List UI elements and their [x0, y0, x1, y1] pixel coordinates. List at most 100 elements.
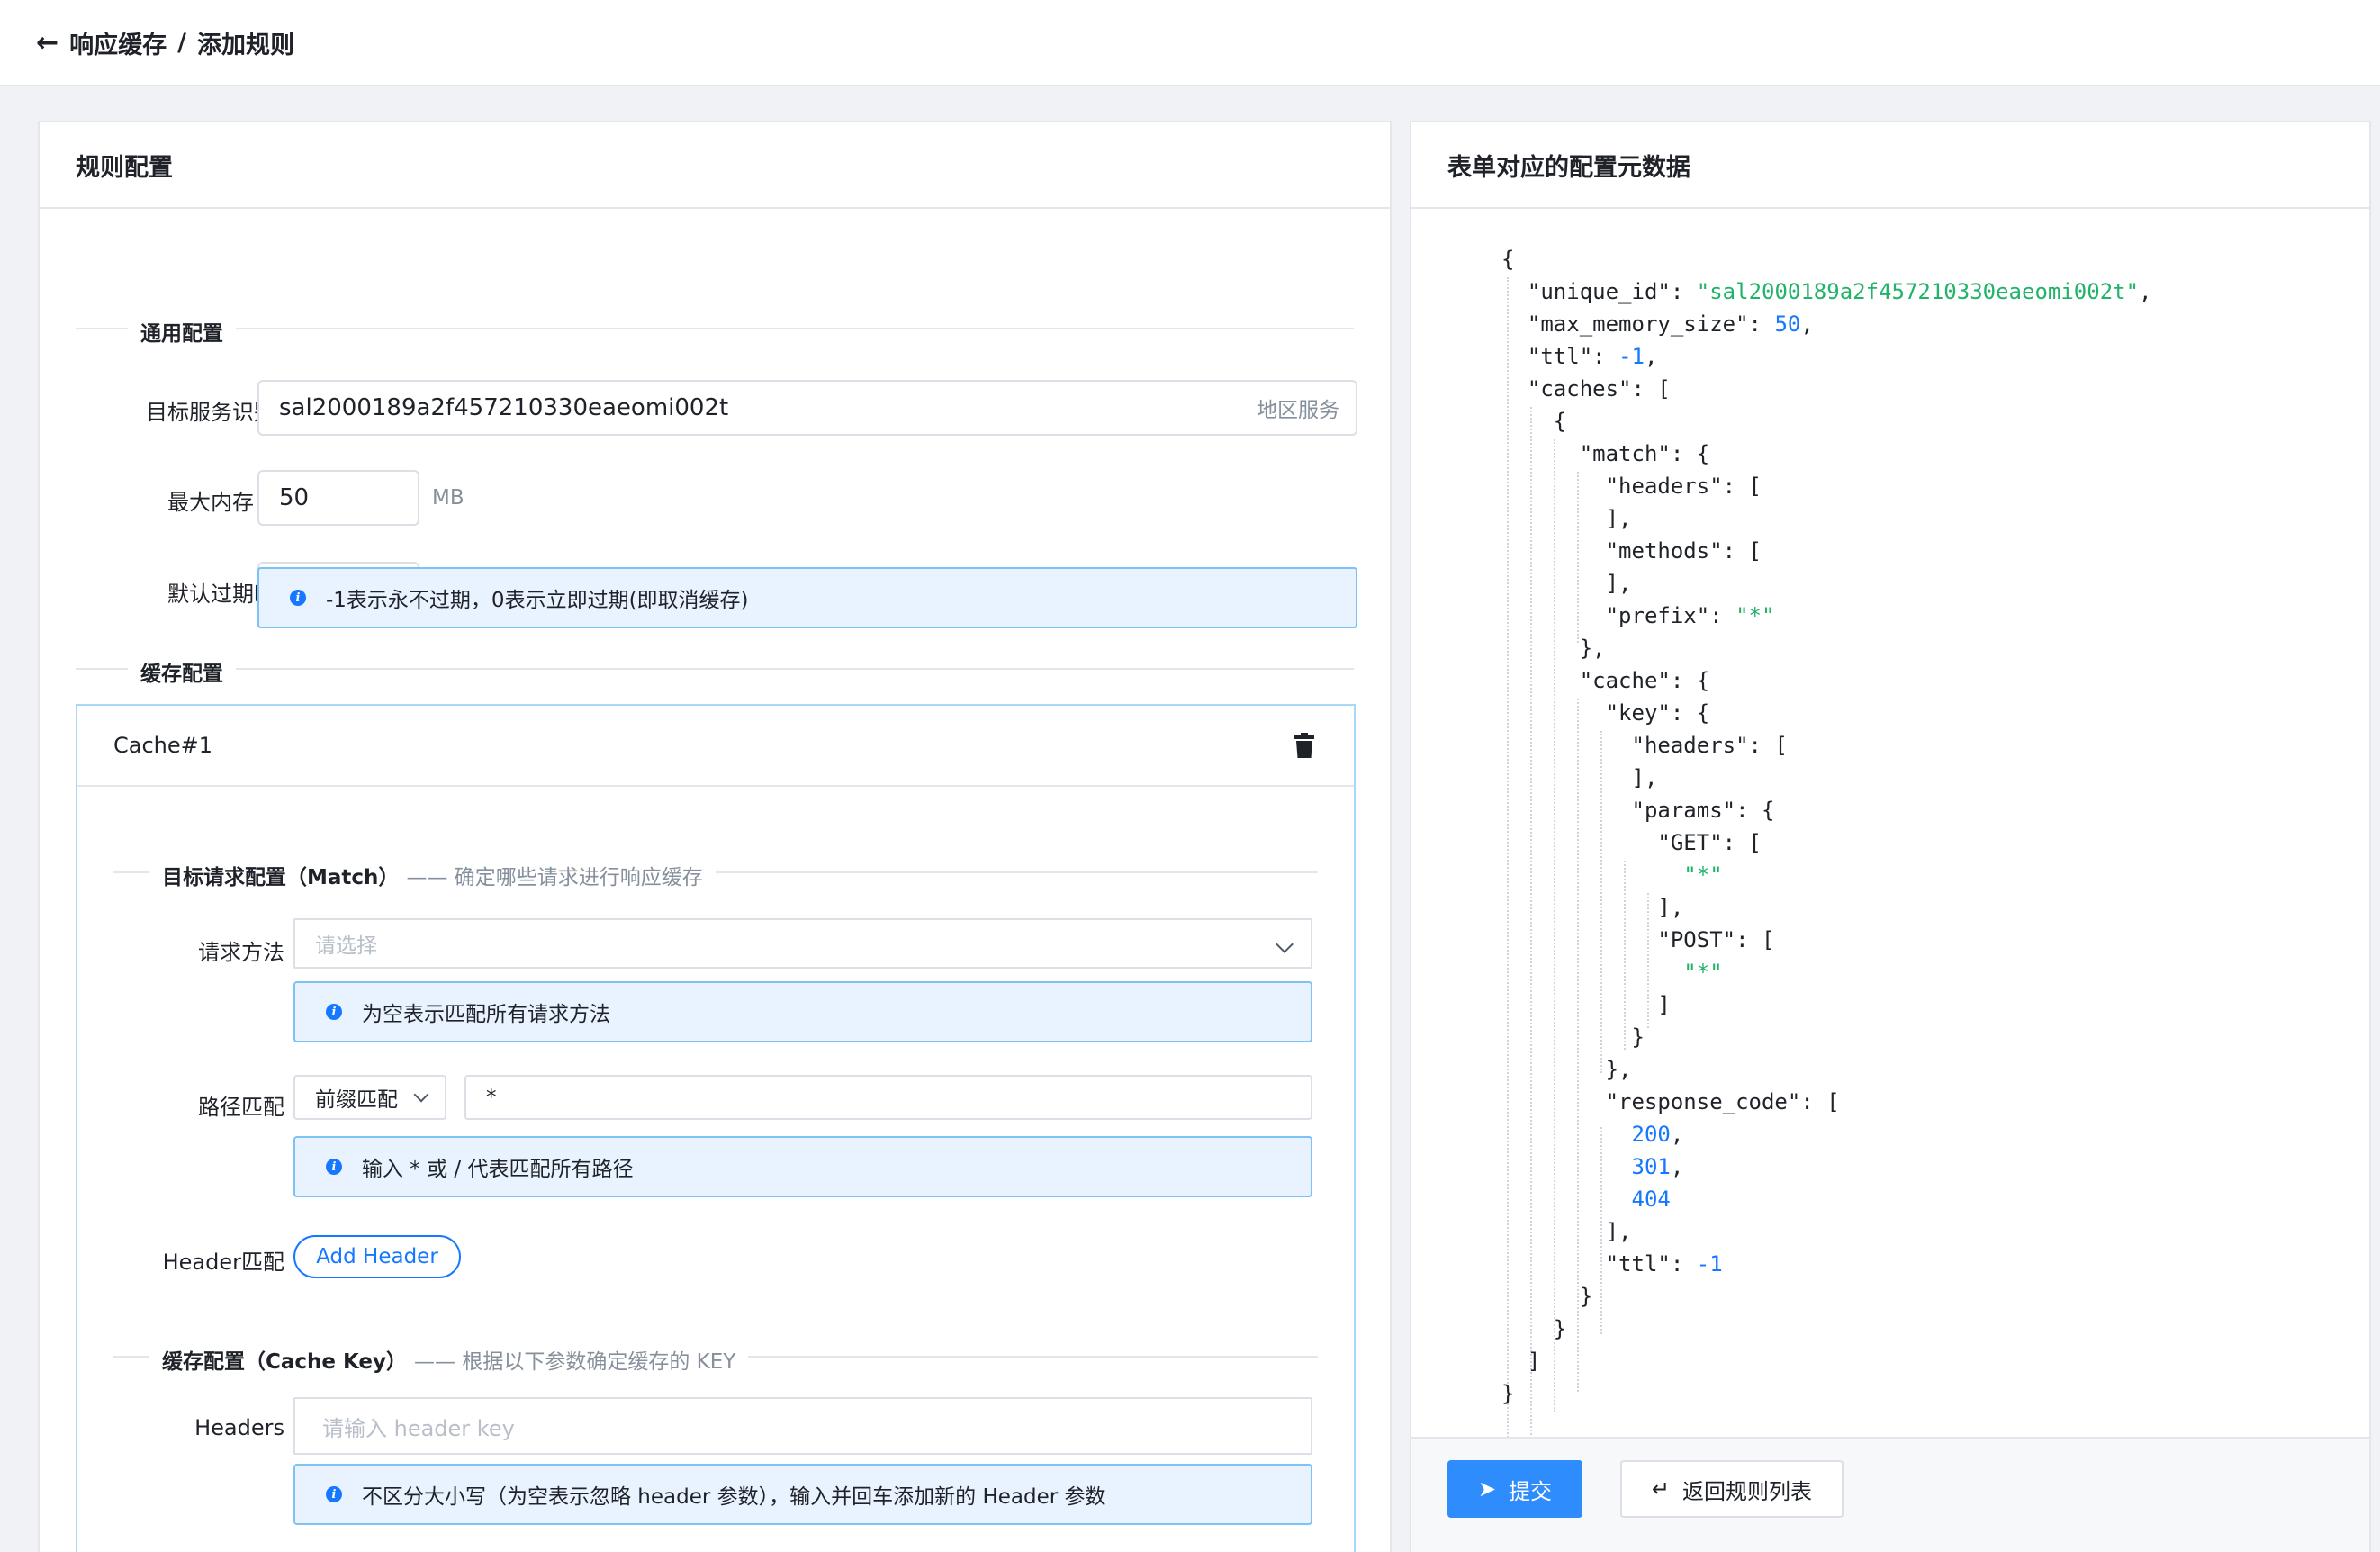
send-icon: ➤ — [1477, 1476, 1497, 1502]
submit-button[interactable]: ➤ 提交 — [1447, 1460, 1582, 1518]
method-select-placeholder: 请选择 — [315, 934, 377, 958]
rule-config-title: 规则配置 — [40, 122, 1390, 209]
match-section-divider: 目标请求配置（Match） —— 确定哪些请求进行响应缓存 — [113, 860, 1318, 890]
json-line: }, — [1501, 636, 1606, 661]
json-line: ], — [1501, 571, 1632, 596]
general-section-divider: 通用配置 — [76, 316, 1354, 347]
cache-key-section-subtitle: —— 根据以下参数确定缓存的 KEY — [414, 1350, 736, 1374]
json-line: "prefix": "*" — [1605, 603, 1775, 628]
cache-card-header: Cache#1 — [77, 706, 1354, 787]
json-viewer: { "unique_id": "sal2000189a2f457210330ea… — [1501, 243, 2348, 1410]
method-label: 请求方法 — [198, 940, 284, 965]
top-bar: ← 响应缓存 / 添加规则 — [0, 0, 2380, 86]
json-line: { — [1501, 247, 1515, 272]
add-header-button[interactable]: Add Header — [293, 1235, 461, 1278]
cache-key-section-divider: 缓存配置（Cache Key） —— 根据以下参数确定缓存的 KEY — [113, 1344, 1318, 1375]
back-to-list-label: 返回规则列表 — [1682, 1478, 1813, 1504]
json-line: ], — [1501, 1219, 1632, 1244]
headers-hint-text: 不区分大小写（为空表示忽略 header 参数），输入并回车添加新的 Heade… — [362, 1485, 1106, 1509]
json-line: 404 — [1631, 1187, 1671, 1212]
json-line: 301, — [1631, 1154, 1684, 1179]
method-hint-text: 为空表示匹配所有请求方法 — [362, 1003, 610, 1026]
match-section-subtitle: —— 确定哪些请求进行响应缓存 — [406, 866, 703, 889]
path-input[interactable]: * — [464, 1075, 1312, 1120]
json-line: ] — [1501, 992, 1671, 1017]
json-line: "response_code": [ — [1605, 1089, 1840, 1114]
cache-card: Cache#1 目标请求配置（Match） —— 确定哪些请求进行响应缓存 请求… — [76, 704, 1356, 1552]
submit-button-label: 提交 — [1509, 1478, 1553, 1504]
headers-hint: i 不区分大小写（为空表示忽略 header 参数），输入并回车添加新的 Hea… — [293, 1464, 1312, 1525]
path-input-value: * — [486, 1086, 497, 1109]
max-memory-value: 50 — [279, 484, 310, 511]
method-select[interactable]: 请选择 — [293, 918, 1312, 969]
path-hint-text: 输入 * 或 / 代表匹配所有路径 — [362, 1158, 634, 1181]
breadcrumb-section[interactable]: 响应缓存 — [69, 25, 167, 60]
json-line: "POST": [ — [1657, 927, 1775, 952]
json-line: } — [1501, 1381, 1515, 1406]
json-line: "unique_id": "sal2000189a2f457210330eaeo… — [1527, 279, 2152, 304]
path-mode-value: 前缀匹配 — [315, 1088, 398, 1112]
json-line: "ttl": -1 — [1605, 1251, 1723, 1277]
config-metadata-panel: 表单对应的配置元数据 { "unique_id": "sal2000189a2f… — [1410, 121, 2371, 1552]
headers-input-placeholder: 请输入 header key — [322, 1415, 515, 1441]
match-section-title: 目标请求配置（Match） — [162, 866, 400, 889]
json-line: "ttl": -1, — [1527, 344, 1658, 369]
match-section-label: 目标请求配置（Match） —— 确定哪些请求进行响应缓存 — [149, 860, 716, 890]
json-line: } — [1501, 1316, 1567, 1341]
json-line: "params": { — [1631, 798, 1775, 823]
back-to-list-button[interactable]: ↵ 返回规则列表 — [1620, 1460, 1844, 1518]
json-line: ] — [1501, 1349, 1541, 1374]
json-line: ], — [1501, 765, 1658, 790]
path-hint: i 输入 * 或 / 代表匹配所有路径 — [293, 1136, 1312, 1197]
json-line: "*" — [1683, 862, 1723, 888]
chevron-down-icon — [413, 1087, 429, 1103]
config-metadata-title: 表单对应的配置元数据 — [1411, 122, 2369, 209]
path-mode-select[interactable]: 前缀匹配 — [293, 1075, 446, 1120]
ttl-hint-text: -1表示永不过期，0表示立即过期(即取消缓存) — [326, 589, 749, 612]
trash-icon[interactable] — [1294, 733, 1314, 758]
info-icon: i — [326, 1004, 342, 1020]
json-line: "max_memory_size": 50, — [1527, 311, 1814, 337]
cache-key-section-label: 缓存配置（Cache Key） —— 根据以下参数确定缓存的 KEY — [149, 1344, 749, 1375]
cache-key-section-title: 缓存配置（Cache Key） — [162, 1350, 408, 1374]
json-line: } — [1501, 1284, 1593, 1309]
form-footer: ➤ 提交 ↵ 返回规则列表 — [1411, 1437, 2369, 1552]
info-icon: i — [326, 1486, 342, 1502]
headers-input[interactable]: 请输入 header key — [293, 1397, 1312, 1455]
return-icon: ↵ — [1651, 1476, 1671, 1502]
breadcrumb-page: 添加规则 — [197, 31, 295, 59]
service-id-input[interactable]: sal2000189a2f457210330eaeomi002t 地区服务 — [257, 380, 1357, 436]
json-line: 200, — [1631, 1122, 1684, 1147]
json-line: "GET": [ — [1657, 830, 1762, 855]
back-arrow-icon[interactable]: ← — [36, 27, 59, 59]
json-line: "caches": [ — [1527, 376, 1671, 402]
json-line: "*" — [1683, 960, 1723, 985]
header-match-label: Header匹配 — [162, 1250, 284, 1275]
json-line: } — [1501, 1024, 1645, 1050]
headers-label: Headers — [194, 1415, 284, 1440]
service-id-suffix: 地区服务 — [1257, 399, 1339, 422]
info-icon: i — [326, 1159, 342, 1175]
json-line: "headers": [ — [1631, 733, 1788, 758]
breadcrumb-separator: / — [177, 28, 187, 57]
max-memory-input[interactable]: 50 — [257, 470, 419, 526]
info-icon: i — [290, 590, 306, 606]
path-label: 路径匹配 — [198, 1095, 284, 1120]
max-memory-unit: MB — [432, 486, 464, 510]
json-line: { — [1501, 409, 1567, 434]
json-line: "cache": { — [1579, 668, 1710, 693]
cache-section-divider: 缓存配置 — [76, 656, 1354, 687]
rule-config-panel: 规则配置 通用配置 目标服务识别号 sal2000189a2f457210330… — [38, 121, 1392, 1552]
cache-card-title: Cache#1 — [113, 733, 213, 758]
json-line: ], — [1501, 506, 1632, 531]
ttl-hint: i -1表示永不过期，0表示立即过期(即取消缓存) — [257, 567, 1357, 628]
json-line: }, — [1501, 1057, 1632, 1082]
chevron-down-icon — [1276, 935, 1294, 953]
json-line: "key": { — [1605, 700, 1710, 726]
json-line: "methods": [ — [1605, 538, 1762, 564]
service-id-value: sal2000189a2f457210330eaeomi002t — [279, 394, 729, 421]
json-line: ], — [1501, 895, 1684, 920]
json-line: "match": { — [1579, 441, 1710, 466]
cache-section-label: 缓存配置 — [128, 656, 236, 687]
json-line: "headers": [ — [1605, 474, 1762, 499]
